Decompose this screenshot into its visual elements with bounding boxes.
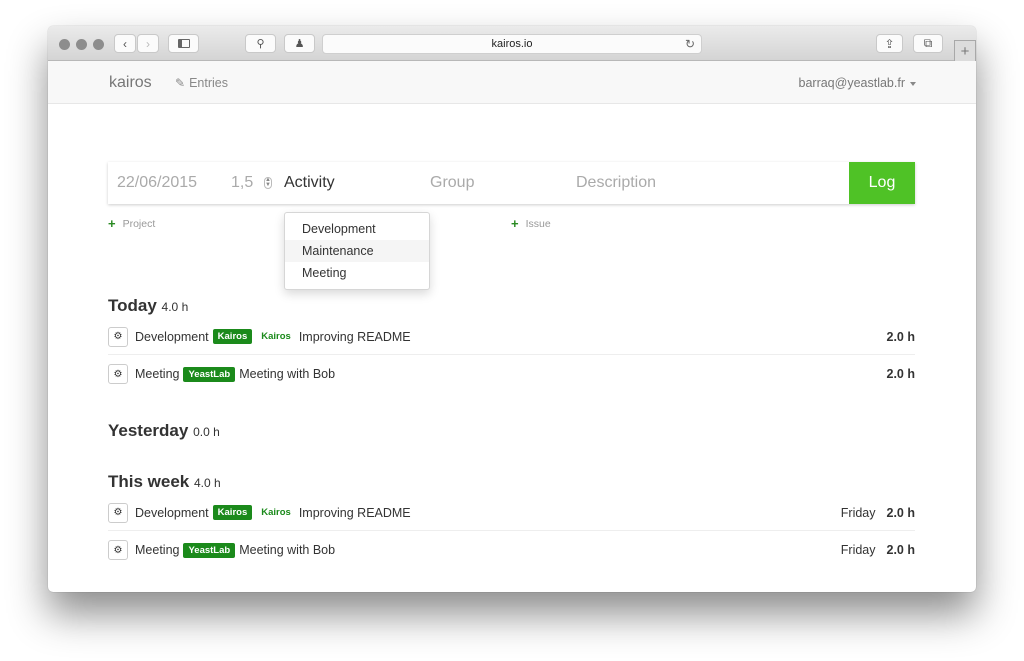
project-badge: YeastLab	[183, 366, 236, 382]
browser-window: ‹ › ⚲ ♟ kairos.io ↻ ⇪ ⧉ + kairos ✎ Entri…	[48, 26, 976, 592]
browser-toolbar: ‹ › ⚲ ♟ kairos.io ↻ ⇪ ⧉ +	[48, 26, 976, 61]
nav-entries-label: Entries	[189, 76, 228, 90]
project-badge: YeastLab	[183, 542, 236, 558]
add-issue-link[interactable]: + Issue	[511, 216, 551, 231]
activity-dropdown: Development Maintenance Meeting	[284, 212, 430, 290]
entry-row: ⚙ Development Kairos Kairos Improving RE…	[108, 319, 915, 355]
sidebar-button[interactable]	[168, 34, 199, 53]
minimize-window-button[interactable]	[76, 39, 87, 50]
share-icon: ⇪	[884, 36, 895, 51]
sidebar-icon	[177, 39, 190, 48]
entry-row: ⚙ Meeting YeastLab Meeting with Bob Frid…	[108, 532, 915, 568]
gear-icon[interactable]: ⚙	[108, 326, 128, 347]
new-tab-button[interactable]: +	[954, 40, 976, 61]
section-today-title: Today 4.0 h	[108, 296, 189, 315]
brand-logo[interactable]: kairos	[109, 74, 152, 92]
group-label: Kairos	[261, 507, 291, 518]
chevron-down-icon	[910, 82, 916, 86]
project-badge: Kairos	[212, 505, 253, 520]
entry-description: Meeting with Bob	[239, 367, 336, 381]
entry-description: Meeting with Bob	[239, 543, 336, 557]
address-bar[interactable]: kairos.io ↻	[322, 34, 702, 54]
dropdown-option[interactable]: Meeting	[285, 262, 429, 284]
entry-activity: Development	[135, 329, 209, 344]
duration-input[interactable]: 1,5	[231, 174, 253, 192]
add-project-link[interactable]: + Project	[108, 216, 155, 231]
add-project-label: Project	[122, 217, 156, 230]
entry-description: Improving README	[298, 329, 411, 344]
entry-duration: 2.0 h	[886, 543, 916, 557]
dropdown-option[interactable]: Development	[285, 218, 429, 240]
duration-stepper-icon[interactable]: ▲ ▼	[264, 177, 272, 189]
section-this-week-title: This week 4.0 h	[108, 472, 221, 491]
gear-icon[interactable]: ⚙	[108, 364, 128, 384]
close-window-button[interactable]	[59, 39, 70, 50]
search-button[interactable]: ⚲	[245, 34, 276, 53]
group-input[interactable]: Group	[430, 174, 474, 192]
add-issue-label: Issue	[525, 217, 551, 230]
entry-duration: 2.0 h	[886, 367, 916, 381]
forward-button[interactable]: ›	[137, 34, 159, 53]
ghostery-button[interactable]: ♟	[284, 34, 315, 53]
description-input[interactable]: Description	[576, 174, 656, 192]
entry-row: ⚙ Development Kairos Kairos Improving RE…	[108, 495, 915, 531]
new-tab-icon: +	[960, 42, 970, 60]
forward-icon: ›	[146, 36, 150, 51]
project-badge: Kairos	[212, 329, 253, 344]
dropdown-option-highlighted[interactable]: Maintenance	[285, 240, 429, 262]
entry-day: Friday	[840, 543, 876, 557]
date-input[interactable]: 22/06/2015	[117, 174, 197, 192]
search-icon: ⚲	[256, 38, 265, 50]
back-icon: ‹	[123, 36, 127, 51]
entry-duration: 2.0 h	[886, 505, 916, 520]
ghostery-icon: ♟	[294, 38, 305, 50]
reload-icon[interactable]: ↻	[685, 37, 695, 51]
plus-icon: +	[511, 216, 519, 231]
edit-icon: ✎	[175, 76, 186, 90]
zoom-window-button[interactable]	[93, 39, 104, 50]
entry-row: ⚙ Meeting YeastLab Meeting with Bob 2.0 …	[108, 356, 915, 392]
section-hours: 4.0 h	[194, 476, 221, 490]
entry-day: Friday	[840, 505, 876, 520]
log-button[interactable]: Log	[849, 162, 915, 204]
section-hours: 0.0 h	[193, 425, 220, 439]
entry-duration: 2.0 h	[886, 329, 916, 344]
app-navbar: kairos ✎ Entries barraq@yeastlab.fr	[48, 61, 976, 104]
nav-entries-link[interactable]: ✎ Entries	[175, 76, 228, 90]
entry-description: Improving README	[298, 505, 411, 520]
activity-select[interactable]: Activity	[284, 174, 335, 192]
back-button[interactable]: ‹	[114, 34, 136, 53]
gear-icon[interactable]: ⚙	[108, 540, 128, 560]
group-label: Kairos	[261, 331, 291, 342]
entry-activity: Meeting	[135, 543, 180, 557]
gear-icon[interactable]: ⚙	[108, 502, 128, 523]
entry-activity: Meeting	[135, 367, 180, 381]
entry-activity: Development	[135, 505, 209, 520]
section-yesterday-title: Yesterday 0.0 h	[108, 421, 220, 440]
tabs-icon: ⧉	[923, 36, 933, 50]
entry-form: 22/06/2015 1,5 ▲ ▼ Activity Group Descrip…	[108, 162, 915, 204]
share-button[interactable]: ⇪	[876, 34, 903, 53]
user-menu[interactable]: barraq@yeastlab.fr	[798, 76, 916, 90]
section-hours: 4.0 h	[161, 300, 189, 314]
plus-icon: +	[108, 216, 116, 231]
tabs-button[interactable]: ⧉	[913, 34, 943, 53]
url-text: kairos.io	[491, 38, 533, 50]
user-email: barraq@yeastlab.fr	[798, 76, 906, 90]
